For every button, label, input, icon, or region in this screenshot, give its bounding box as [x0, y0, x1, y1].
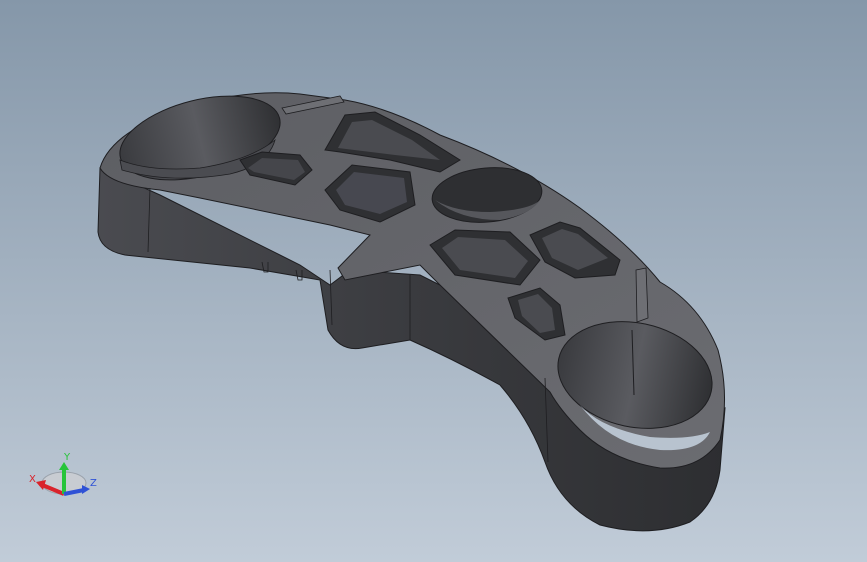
triad-x-label: X [29, 474, 36, 485]
graphics-viewport[interactable]: X Y Z [0, 0, 867, 562]
3d-scene[interactable]: X Y Z [0, 0, 867, 562]
triad-z-label: Z [90, 478, 97, 489]
viewport-background [0, 0, 867, 562]
right-bore-slot [635, 267, 649, 323]
triad-y-label: Y [63, 452, 71, 463]
